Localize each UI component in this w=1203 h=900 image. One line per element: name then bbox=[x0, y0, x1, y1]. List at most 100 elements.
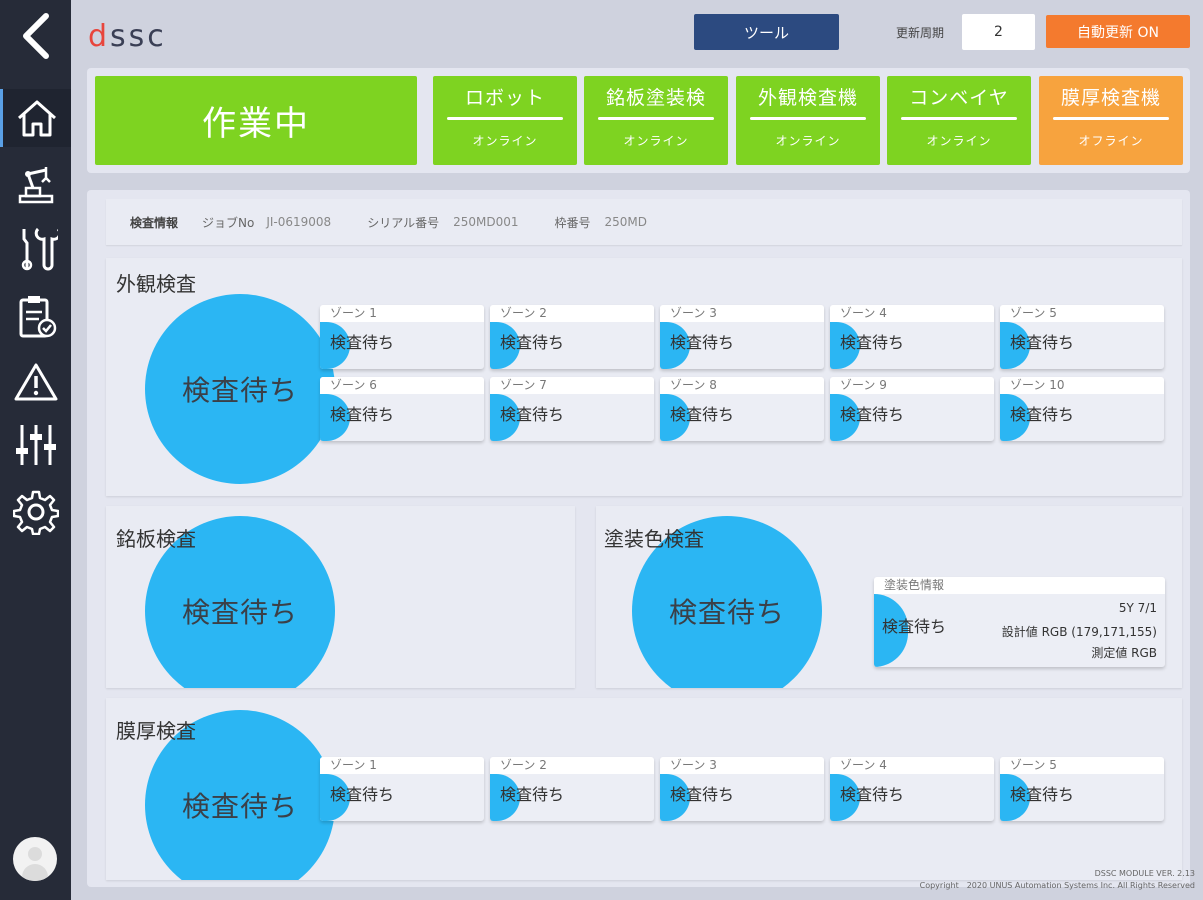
copyright-text: Copyright 2020 UNUS Automation Systems I… bbox=[919, 881, 1195, 890]
zone-label: ゾーン 4 bbox=[830, 757, 994, 774]
machine-status: オフライン bbox=[1078, 134, 1144, 148]
paint-title: 塗装色検査 bbox=[604, 527, 704, 551]
appearance-zone-5[interactable]: ゾーン 5 検査待ち bbox=[1000, 305, 1164, 369]
zone-label: ゾーン 1 bbox=[320, 305, 484, 322]
refresh-interval-input[interactable]: 2 bbox=[962, 14, 1035, 50]
inspection-info-bar: 検査情報 ジョブNo JI-0619008 シリアル番号 250MD001 枠番… bbox=[106, 199, 1182, 245]
zone-status: 検査待ち bbox=[670, 333, 735, 352]
version-info: DSSC MODULE VER. 2.13 Copyright 2020 UNU… bbox=[920, 868, 1195, 892]
appearance-zone-4[interactable]: ゾーン 4 検査待ち bbox=[830, 305, 994, 369]
thickness-zone-1[interactable]: ゾーン 1 検査待ち bbox=[320, 757, 484, 821]
thickness-title: 膜厚検査 bbox=[116, 719, 196, 743]
zone-label: ゾーン 1 bbox=[320, 757, 484, 774]
tool-button[interactable]: ツール bbox=[694, 14, 839, 50]
job-label: ジョブNo bbox=[202, 215, 255, 230]
zone-status: 検査待ち bbox=[670, 405, 735, 424]
nav-home[interactable] bbox=[0, 89, 71, 147]
machine-name: ロボット bbox=[464, 87, 545, 109]
zone-label: ゾーン 2 bbox=[490, 757, 654, 774]
zone-status: 検査待ち bbox=[1010, 405, 1075, 424]
thickness-zone-2[interactable]: ゾーン 2 検査待ち bbox=[490, 757, 654, 821]
avatar-head-shape bbox=[28, 847, 42, 861]
measured-rgb: 測定値 RGB bbox=[1091, 646, 1157, 660]
chevron-left-icon bbox=[23, 13, 49, 59]
nav-robot[interactable] bbox=[0, 155, 71, 213]
info-title: 検査情報 bbox=[130, 215, 179, 230]
auto-refresh-toggle[interactable]: 自動更新 ON bbox=[1046, 15, 1190, 48]
refresh-interval-label: 更新周期 bbox=[896, 26, 945, 40]
zone-status: 検査待ち bbox=[840, 333, 905, 352]
app-logo: dssc bbox=[88, 18, 167, 56]
machine-appearance[interactable]: 外観検査機 オンライン bbox=[736, 76, 880, 165]
machine-robot[interactable]: ロボット オンライン bbox=[433, 76, 577, 165]
paint-color-info-card[interactable]: 塗装色情報 検査待ち 5Y 7/1 設計値 RGB (179,171,155) … bbox=[874, 577, 1165, 667]
machine-status: オンライン bbox=[623, 134, 689, 148]
avatar-body-shape bbox=[22, 864, 48, 881]
machine-name: 銘板塗装検 bbox=[605, 87, 706, 109]
job-value: JI-0619008 bbox=[266, 215, 332, 229]
logo-text: ssc bbox=[110, 19, 167, 54]
tools-icon bbox=[21, 227, 58, 271]
appearance-zone-1[interactable]: ゾーン 1 検査待ち bbox=[320, 305, 484, 369]
back-button[interactable] bbox=[12, 10, 58, 62]
divider bbox=[1053, 117, 1169, 120]
nav-settings[interactable] bbox=[0, 483, 71, 541]
divider bbox=[901, 117, 1017, 120]
clipboard-check-icon bbox=[19, 296, 56, 338]
machine-name: 膜厚検査機 bbox=[1060, 87, 1161, 109]
nav-tools[interactable] bbox=[0, 220, 71, 278]
thickness-zone-3[interactable]: ゾーン 3 検査待ち bbox=[660, 757, 824, 821]
machine-thickness[interactable]: 膜厚検査機 オフライン bbox=[1039, 76, 1183, 165]
zone-label: ゾーン 3 bbox=[660, 757, 824, 774]
frame-label: 枠番号 bbox=[554, 215, 591, 230]
appearance-zone-3[interactable]: ゾーン 3 検査待ち bbox=[660, 305, 824, 369]
divider bbox=[750, 117, 866, 120]
zone-status: 検査待ち bbox=[1010, 785, 1075, 804]
zone-status: 検査待ち bbox=[500, 785, 565, 804]
zone-label: ゾーン 10 bbox=[1000, 377, 1164, 394]
frame-value: 250MD bbox=[604, 215, 648, 229]
user-avatar[interactable] bbox=[13, 837, 57, 881]
machine-name: コンベイヤ bbox=[909, 87, 1009, 109]
warning-icon bbox=[14, 363, 57, 401]
serial-label: シリアル番号 bbox=[367, 215, 440, 230]
nav-adjust[interactable] bbox=[0, 416, 71, 474]
nav-inspection[interactable] bbox=[0, 288, 71, 346]
gear-icon bbox=[12, 490, 59, 535]
machine-nameplate-paint[interactable]: 銘板塗装検 オンライン bbox=[584, 76, 728, 165]
nameplate-title: 銘板検査 bbox=[116, 527, 196, 551]
thickness-zone-4[interactable]: ゾーン 4 検査待ち bbox=[830, 757, 994, 821]
color-status: 検査待ち bbox=[882, 617, 947, 636]
zone-label: ゾーン 2 bbox=[490, 305, 654, 322]
zone-label: ゾーン 5 bbox=[1000, 757, 1164, 774]
appearance-title: 外観検査 bbox=[116, 272, 196, 296]
zone-status: 検査待ち bbox=[500, 405, 565, 424]
divider bbox=[598, 117, 714, 120]
appearance-zone-7[interactable]: ゾーン 7 検査待ち bbox=[490, 377, 654, 441]
logo-mark: d bbox=[88, 19, 111, 54]
machine-name: 外観検査機 bbox=[757, 87, 858, 109]
appearance-zone-2[interactable]: ゾーン 2 検査待ち bbox=[490, 305, 654, 369]
zone-status: 検査待ち bbox=[1010, 333, 1075, 352]
appearance-zone-9[interactable]: ゾーン 9 検査待ち bbox=[830, 377, 994, 441]
work-status: 作業中 bbox=[95, 76, 417, 165]
zone-status: 検査待ち bbox=[670, 785, 735, 804]
appearance-zone-8[interactable]: ゾーン 8 検査待ち bbox=[660, 377, 824, 441]
robot-arm-icon bbox=[18, 167, 53, 204]
zone-status: 検査待ち bbox=[840, 405, 905, 424]
zone-label: ゾーン 7 bbox=[490, 377, 654, 394]
machine-conveyor[interactable]: コンベイヤ オンライン bbox=[887, 76, 1031, 165]
version-text: DSSC MODULE VER. 2.13 bbox=[1094, 869, 1195, 878]
zone-label: ゾーン 9 bbox=[830, 377, 994, 394]
thickness-zone-5[interactable]: ゾーン 5 検査待ち bbox=[1000, 757, 1164, 821]
divider bbox=[447, 117, 563, 120]
appearance-zone-6[interactable]: ゾーン 6 検査待ち bbox=[320, 377, 484, 441]
zone-status: 検査待ち bbox=[330, 785, 395, 804]
appearance-zone-10[interactable]: ゾーン 10 検査待ち bbox=[1000, 377, 1164, 441]
nav-alerts[interactable] bbox=[0, 353, 71, 411]
zone-status: 検査待ち bbox=[330, 405, 395, 424]
color-code: 5Y 7/1 bbox=[1118, 601, 1157, 615]
zone-label: ゾーン 8 bbox=[660, 377, 824, 394]
zone-status: 検査待ち bbox=[840, 785, 905, 804]
zone-status: 検査待ち bbox=[330, 333, 395, 352]
